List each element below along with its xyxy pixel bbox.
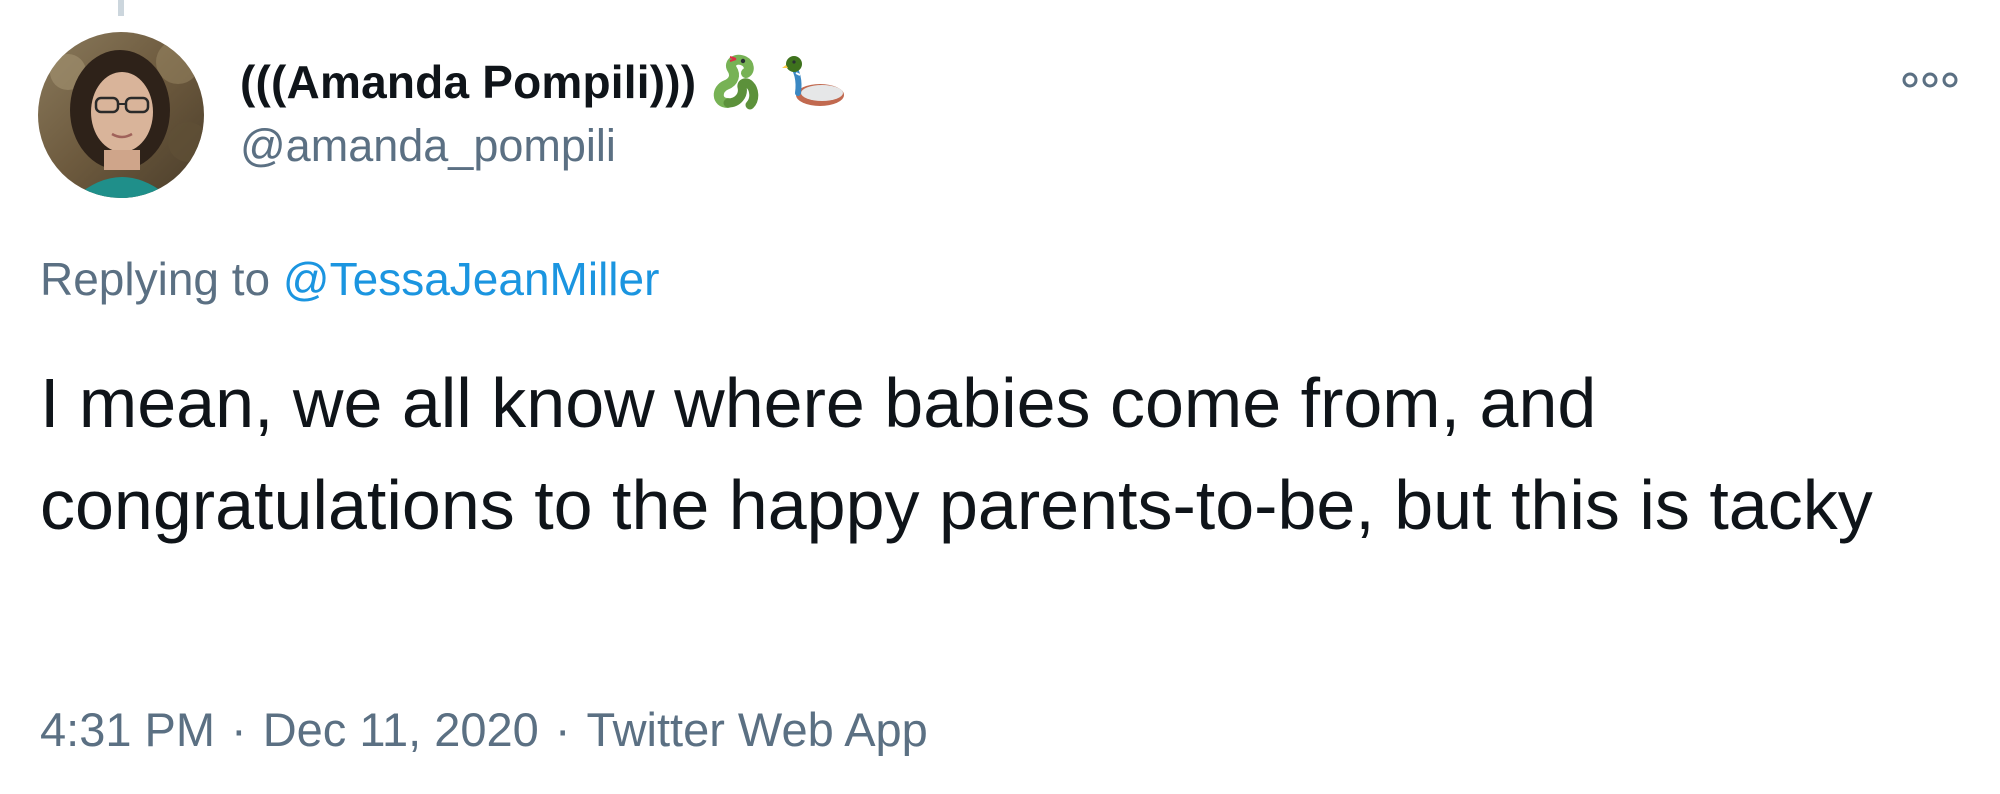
avatar-image	[38, 32, 204, 198]
tweet-time-link[interactable]: 4:31 PM	[40, 702, 215, 757]
tweet-metadata: 4:31 PM · Dec 11, 2020 · Twitter Web App	[40, 702, 928, 757]
duck-emoji-icon	[782, 53, 846, 111]
replying-to-label: Replying to	[40, 253, 283, 305]
display-name-row: (((Amanda Pompili)))	[240, 52, 846, 112]
tweet-date-link[interactable]: Dec 11, 2020	[263, 702, 539, 757]
author-avatar[interactable]	[38, 32, 204, 198]
snake-emoji-icon	[710, 53, 768, 111]
tweet-source-link[interactable]: Twitter Web App	[586, 702, 927, 757]
meta-separator: ·	[554, 703, 571, 756]
author-info[interactable]: (((Amanda Pompili))) @amanda_pompili	[240, 52, 846, 172]
author-display-name[interactable]: (((Amanda Pompili)))	[240, 55, 696, 109]
more-options-button[interactable]	[1900, 64, 1960, 96]
meta-separator: ·	[231, 703, 247, 756]
author-handle[interactable]: @amanda_pompili	[240, 120, 846, 172]
more-horizontal-icon	[1902, 72, 1958, 88]
thread-connector-line	[118, 0, 124, 16]
reply-mention-link[interactable]: @TessaJeanMiller	[283, 253, 660, 305]
tweet-text: I mean, we all know where babies come fr…	[40, 364, 1873, 544]
replying-to-line: Replying to @TessaJeanMiller	[40, 252, 659, 306]
tweet-card: (((Amanda Pompili))) @amanda_pompili Rep…	[0, 0, 2000, 794]
